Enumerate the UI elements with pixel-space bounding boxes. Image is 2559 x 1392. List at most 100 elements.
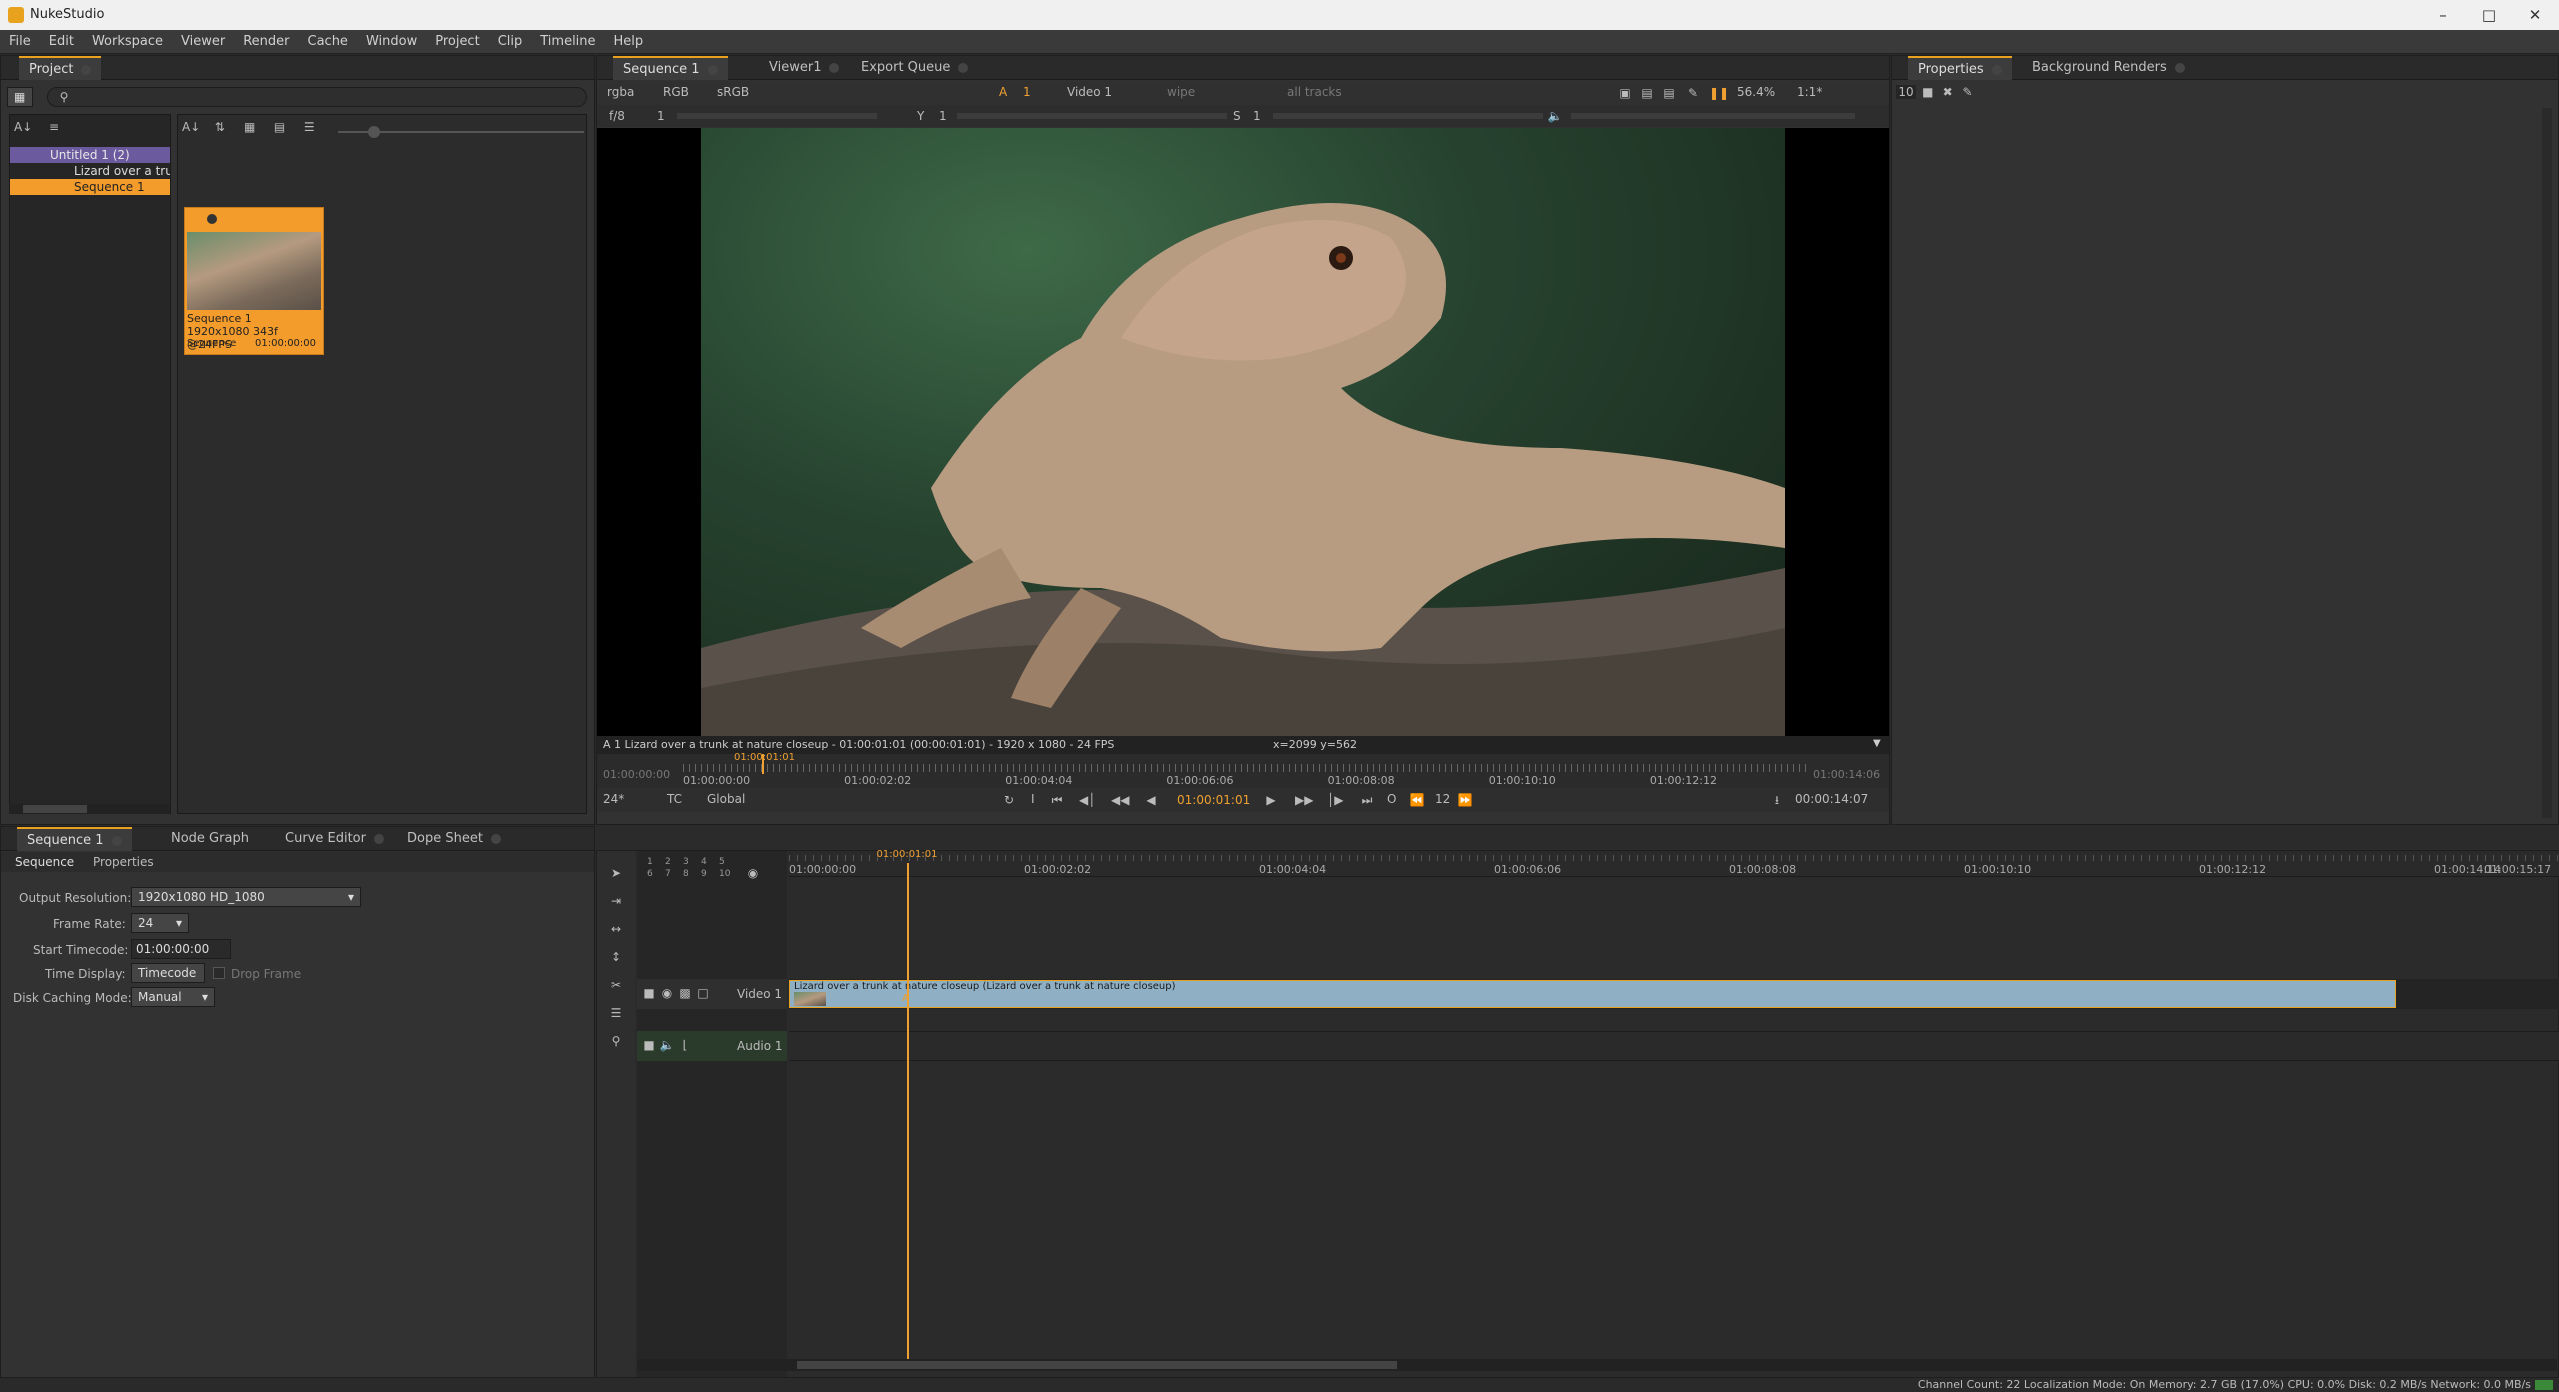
colorspace-dropdown[interactable]: sRGB (717, 85, 749, 99)
track-number[interactable]: 3 (683, 857, 689, 867)
max-panels-count[interactable]: 10 (1896, 85, 1916, 99)
subtab-sequence[interactable]: Sequence (15, 855, 74, 869)
audio-channel-icon[interactable]: ⌊ (677, 1037, 693, 1053)
thumb-size-handle[interactable] (368, 126, 380, 138)
play-backward-icon[interactable]: ◀ (1143, 792, 1159, 808)
track-number[interactable]: 5 (719, 857, 725, 867)
wipe-dropdown[interactable]: wipe (1167, 85, 1195, 99)
details-view-icon[interactable]: ▤ (271, 119, 287, 135)
menu-window[interactable]: Window (357, 30, 426, 54)
slide-tool-icon[interactable]: ↕ (608, 949, 624, 965)
track-blend-icon[interactable]: ▩ (677, 985, 693, 1001)
tab-project[interactable]: Project (19, 56, 102, 80)
gain-slider[interactable] (677, 113, 877, 119)
close-tab-icon[interactable] (111, 835, 122, 846)
paint-icon[interactable]: ✎ (1685, 85, 1701, 101)
gamma-value[interactable]: 1 (939, 109, 947, 123)
zoom-tool-icon[interactable]: ⚲ (608, 1033, 624, 1049)
sort-icon[interactable]: A↓ (182, 119, 200, 135)
slip-tool-icon[interactable]: ↔ (608, 921, 624, 937)
menu-timeline[interactable]: Timeline (531, 30, 604, 54)
ratio-dropdown[interactable]: 1:1* (1797, 85, 1822, 99)
properties-scrollbar[interactable] (2542, 108, 2552, 818)
rgb-dropdown[interactable]: RGB (663, 85, 689, 99)
tab-sequence-viewer[interactable]: Sequence 1 (613, 56, 728, 80)
menu-help[interactable]: Help (605, 30, 653, 54)
safe-area-icon[interactable]: ▣ (1617, 85, 1633, 101)
track-number[interactable]: 4 (701, 857, 707, 867)
time-display-dropdown[interactable]: Timecode▾ (131, 963, 205, 998)
track-number[interactable]: 7 (665, 869, 671, 879)
step-forward-icon[interactable]: ▶▶ (1295, 792, 1313, 808)
list-view-icon[interactable]: ☰ (301, 119, 317, 135)
prev-edit-icon[interactable]: ◀│ (1079, 792, 1095, 808)
skip-forward-icon[interactable]: ⏩ (1457, 792, 1473, 808)
in-point-button[interactable]: I (1031, 792, 1035, 806)
gamma-slider[interactable] (957, 113, 1227, 119)
out-point-button[interactable]: O (1387, 792, 1396, 806)
viewer-scrubber[interactable]: 01:00:00:00 01:00:01:01 01:00:00:00 01:00… (597, 752, 1889, 788)
timeline-playhead[interactable] (906, 863, 909, 1359)
guides-icon[interactable]: ▤ (1661, 85, 1677, 101)
close-tab-icon[interactable] (2174, 62, 2185, 73)
audio-track-label[interactable]: Audio 1 (737, 1039, 783, 1053)
filter-icon[interactable]: ⇅ (212, 119, 228, 135)
close-tab-icon[interactable] (958, 62, 969, 73)
tracks-dropdown[interactable]: all tracks (1287, 85, 1342, 99)
audio-icon[interactable]: 🔈 (1547, 108, 1563, 124)
tab-properties[interactable]: Properties (1908, 56, 2012, 80)
select-tool-icon[interactable]: ➤ (608, 865, 624, 881)
close-tab-icon[interactable] (1991, 64, 2002, 75)
tab-node-graph[interactable]: Node Graph (161, 827, 259, 851)
close-tab-icon[interactable] (490, 833, 501, 844)
close-tab-icon[interactable] (81, 64, 92, 75)
next-edit-icon[interactable]: │▶ (1327, 792, 1343, 808)
fstop-value[interactable]: f/8 (609, 109, 625, 123)
menu-workspace[interactable]: Workspace (83, 30, 172, 54)
track-number[interactable]: 10 (719, 869, 730, 879)
sort-az-icon[interactable]: A↓ (14, 119, 32, 135)
gain-value[interactable]: 1 (657, 109, 665, 123)
tab-curve-editor[interactable]: Curve Editor (275, 827, 394, 851)
mask-icon[interactable]: ▤ (1639, 85, 1655, 101)
tree-clip-item[interactable]: Lizard over a tru (10, 163, 170, 179)
sync-dropdown[interactable]: Global (707, 792, 745, 806)
menu-edit[interactable]: Edit (40, 30, 83, 54)
menu-cache[interactable]: Cache (299, 30, 357, 54)
lock-icon[interactable]: ■ (1920, 84, 1936, 100)
clear-panels-icon[interactable]: ✖ (1940, 84, 1956, 100)
track-number[interactable]: 1 (647, 857, 653, 867)
sequence-thumbnail[interactable]: Sequence 1 1920x1080 343f @24FPS Sequenc… (184, 207, 324, 355)
step-back-icon[interactable]: ◀◀ (1111, 792, 1129, 808)
thumbnail-view-icon[interactable]: ▦ (242, 119, 258, 135)
loop-icon[interactable]: ↻ (1001, 792, 1017, 808)
fps-dropdown[interactable]: 24* (603, 792, 624, 806)
output-resolution-dropdown[interactable]: 1920x1080 HD_1080 ▾ (131, 887, 361, 907)
tc-mode-dropdown[interactable]: TC (667, 792, 682, 806)
sort-list-icon[interactable]: ≡ (46, 119, 62, 135)
viewer-canvas[interactable] (597, 128, 1889, 736)
step-count[interactable]: 12 (1435, 792, 1450, 806)
speaker-icon[interactable]: 🔈 (659, 1037, 675, 1053)
track-number[interactable]: 9 (701, 869, 707, 879)
close-tab-icon[interactable] (707, 64, 718, 75)
zoom-dropdown[interactable]: 56.4% (1737, 85, 1775, 99)
video-track-label[interactable]: Video 1 (737, 987, 782, 1001)
play-forward-icon[interactable]: ▶ (1263, 792, 1279, 808)
track-number[interactable]: 6 (647, 869, 653, 879)
menu-viewer[interactable]: Viewer (172, 30, 234, 54)
audio-track-lane[interactable] (789, 1031, 2559, 1061)
pause-icon[interactable]: ❚❚ (1709, 85, 1729, 101)
frame-rate-dropdown[interactable]: 24 ▾ (131, 913, 189, 933)
razor-tool-icon[interactable]: ✂ (608, 977, 624, 993)
track-dropdown[interactable]: Video 1 (1067, 85, 1112, 99)
channels-dropdown[interactable]: rgba (607, 85, 634, 99)
disk-caching-dropdown[interactable]: Manual ▾ (131, 987, 215, 1007)
video-track-lane[interactable]: Lizard over a trunk at nature closeup (L… (789, 979, 2559, 1009)
menu-clip[interactable]: Clip (489, 30, 532, 54)
input-a-label[interactable]: A (999, 85, 1007, 99)
track-number[interactable]: 8 (683, 869, 689, 879)
track-mute-icon[interactable]: □ (695, 985, 711, 1001)
close-tab-icon[interactable] (373, 833, 384, 844)
tree-scrollbar[interactable] (9, 804, 169, 814)
